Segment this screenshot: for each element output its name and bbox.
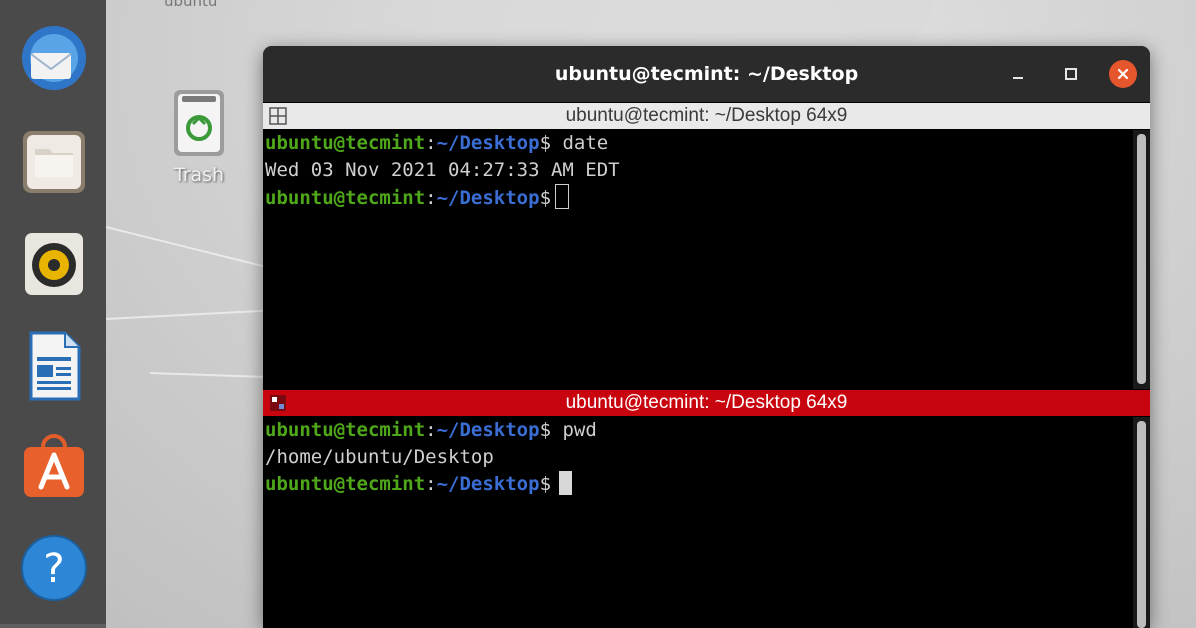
terminal-line: ubuntu@tecmint:~/Desktop$ [265, 184, 1135, 211]
terminal-line: ubuntu@tecmint:~/Desktop$ [265, 471, 1135, 498]
terminal-line: ubuntu@tecmint:~/Desktop$ date [265, 132, 609, 154]
dock-item-writer[interactable] [18, 330, 90, 402]
pane-header-top[interactable]: ubuntu@tecmint: ~/Desktop 64x9 [263, 103, 1150, 129]
close-icon [1117, 68, 1129, 80]
document-icon [29, 331, 81, 401]
desktop-home-label[interactable]: ubuntu [164, 0, 217, 10]
scrollbar-bottom[interactable] [1133, 417, 1150, 628]
mail-icon [22, 26, 86, 90]
split-pane-icon[interactable] [269, 394, 287, 412]
terminal-cursor-inactive [555, 184, 570, 209]
pane-title-top: ubuntu@tecmint: ~/Desktop 64x9 [565, 105, 848, 126]
terminal-pane-bottom[interactable]: ubuntu@tecmint:~/Desktop$ pwd /home/ubun… [263, 417, 1135, 628]
terminal-line: Wed 03 Nov 2021 04:27:33 AM EDT [265, 159, 620, 181]
close-button[interactable] [1109, 60, 1137, 88]
trash-icon [174, 90, 224, 156]
scrollbar-thumb[interactable] [1137, 134, 1146, 384]
scrollbar-thumb[interactable] [1137, 421, 1146, 628]
dock-item-thunderbird[interactable] [18, 22, 90, 94]
maximize-icon [1065, 68, 1077, 80]
pane-header-bottom-active[interactable]: ubuntu@tecmint: ~/Desktop 64x9 [263, 390, 1150, 416]
terminal-window: ubuntu@tecmint: ~/Desktop ubuntu@tecmint… [263, 46, 1150, 628]
dock-item-rhythmbox[interactable] [18, 228, 90, 300]
scrollbar-top[interactable] [1133, 130, 1150, 389]
pane-title-bottom: ubuntu@tecmint: ~/Desktop 64x9 [565, 392, 848, 413]
trash-label: Trash [173, 164, 225, 186]
dock-item-help[interactable]: ? [18, 532, 90, 604]
dock: ? [0, 0, 106, 628]
wallpaper-line [105, 309, 276, 320]
terminal-line: /home/ubuntu/Desktop [265, 446, 494, 468]
minimize-button[interactable] [1005, 61, 1031, 87]
minimize-icon [1013, 77, 1023, 79]
split-pane-icon[interactable] [269, 107, 287, 125]
wallpaper-line [149, 372, 280, 379]
folder-icon [23, 131, 85, 193]
terminal-cursor-active [559, 471, 573, 495]
terminal-pane-top[interactable]: ubuntu@tecmint:~/Desktop$ date Wed 03 No… [263, 130, 1135, 388]
music-speaker-icon [25, 233, 83, 295]
svg-text:?: ? [43, 546, 64, 592]
desktop-trash[interactable]: Trash [160, 88, 238, 186]
software-store-icon [24, 434, 84, 497]
dock-show-apps-indicator[interactable] [0, 624, 106, 628]
window-title: ubuntu@tecmint: ~/Desktop [554, 63, 859, 85]
help-icon: ? [21, 535, 87, 601]
window-titlebar[interactable]: ubuntu@tecmint: ~/Desktop [263, 46, 1150, 102]
dock-item-files[interactable] [18, 126, 90, 198]
dock-item-software[interactable] [18, 430, 90, 502]
maximize-button[interactable] [1058, 61, 1084, 87]
terminal-line: ubuntu@tecmint:~/Desktop$ pwd [265, 419, 597, 441]
